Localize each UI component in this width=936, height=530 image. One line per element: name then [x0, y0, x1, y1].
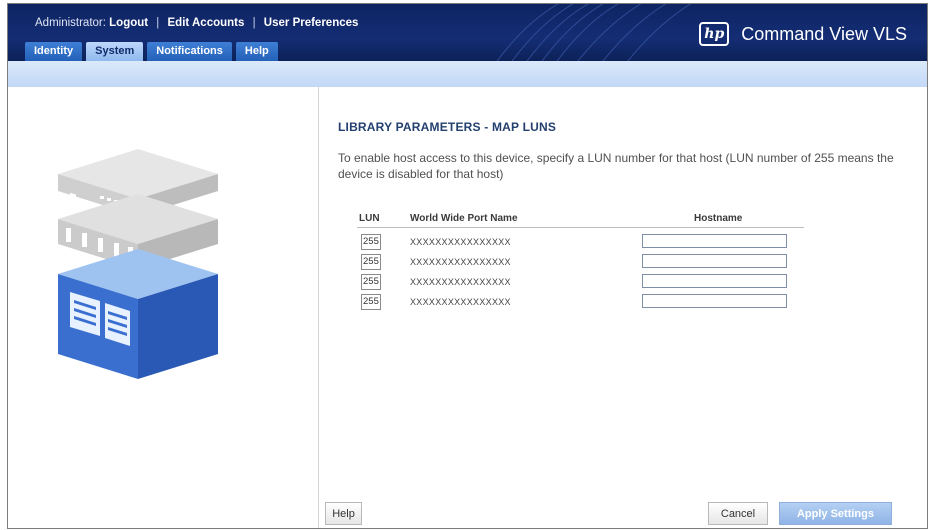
lun-input[interactable]: 255	[361, 294, 381, 310]
separator: |	[156, 17, 160, 29]
wwpn-value: XXXXXXXXXXXXXXXX	[410, 257, 511, 267]
column-header-wwpn: World Wide Port Name	[410, 213, 518, 224]
library-device-illustration	[58, 149, 218, 379]
page-title: LIBRARY PARAMETERS - MAP LUNS	[338, 120, 557, 134]
table-row: 255 XXXXXXXXXXXXXXXX	[357, 294, 804, 314]
hostname-input[interactable]	[642, 254, 787, 268]
column-header-hostname: Hostname	[694, 213, 743, 224]
wwpn-value: XXXXXXXXXXXXXXXX	[410, 297, 511, 307]
lun-input[interactable]: 255	[361, 254, 381, 270]
hp-logo: hp	[699, 22, 730, 46]
header-swoosh-decoration	[496, 4, 692, 61]
table-row: 255 XXXXXXXXXXXXXXXX	[357, 254, 804, 274]
user-preferences-link[interactable]: User Preferences	[264, 17, 359, 29]
wwpn-value: XXXXXXXXXXXXXXXX	[410, 237, 511, 247]
logout-link[interactable]: Logout	[109, 17, 148, 29]
column-header-lun: LUN	[359, 213, 380, 224]
admin-label: Administrator:	[35, 17, 106, 29]
lun-input[interactable]: 255	[361, 274, 381, 290]
table-row: 255 XXXXXXXXXXXXXXXX	[357, 234, 804, 254]
content-panel: LIBRARY PARAMETERS - MAP LUNS To enable …	[318, 87, 927, 528]
wwpn-value: XXXXXXXXXXXXXXXX	[410, 277, 511, 287]
lun-input[interactable]: 255	[361, 234, 381, 250]
hostname-input[interactable]	[642, 294, 787, 308]
sub-header-bar	[8, 61, 927, 87]
header-divider	[357, 227, 804, 228]
app-window: Administrator: Logout | Edit Accounts | …	[7, 3, 928, 529]
tab-system[interactable]: System	[86, 42, 144, 61]
hostname-input[interactable]	[642, 234, 787, 248]
tab-notifications[interactable]: Notifications	[147, 42, 232, 61]
cancel-button[interactable]: Cancel	[708, 502, 768, 525]
hostname-input[interactable]	[642, 274, 787, 288]
brand: hp Command View VLS	[699, 20, 907, 48]
edit-accounts-link[interactable]: Edit Accounts	[168, 17, 245, 29]
product-name: Command View VLS	[741, 23, 907, 44]
header-bar: Administrator: Logout | Edit Accounts | …	[8, 4, 927, 61]
apply-settings-button[interactable]: Apply Settings	[779, 502, 892, 525]
page-description: To enable host access to this device, sp…	[338, 151, 894, 181]
tab-help[interactable]: Help	[235, 42, 278, 61]
separator: |	[252, 17, 256, 29]
main-tabs: Identity System Notifications Help	[25, 42, 278, 61]
admin-line: Administrator: Logout | Edit Accounts | …	[35, 17, 358, 29]
help-button[interactable]: Help	[325, 502, 362, 525]
table-row: 255 XXXXXXXXXXXXXXXX	[357, 274, 804, 294]
tab-identity[interactable]: Identity	[25, 42, 83, 61]
